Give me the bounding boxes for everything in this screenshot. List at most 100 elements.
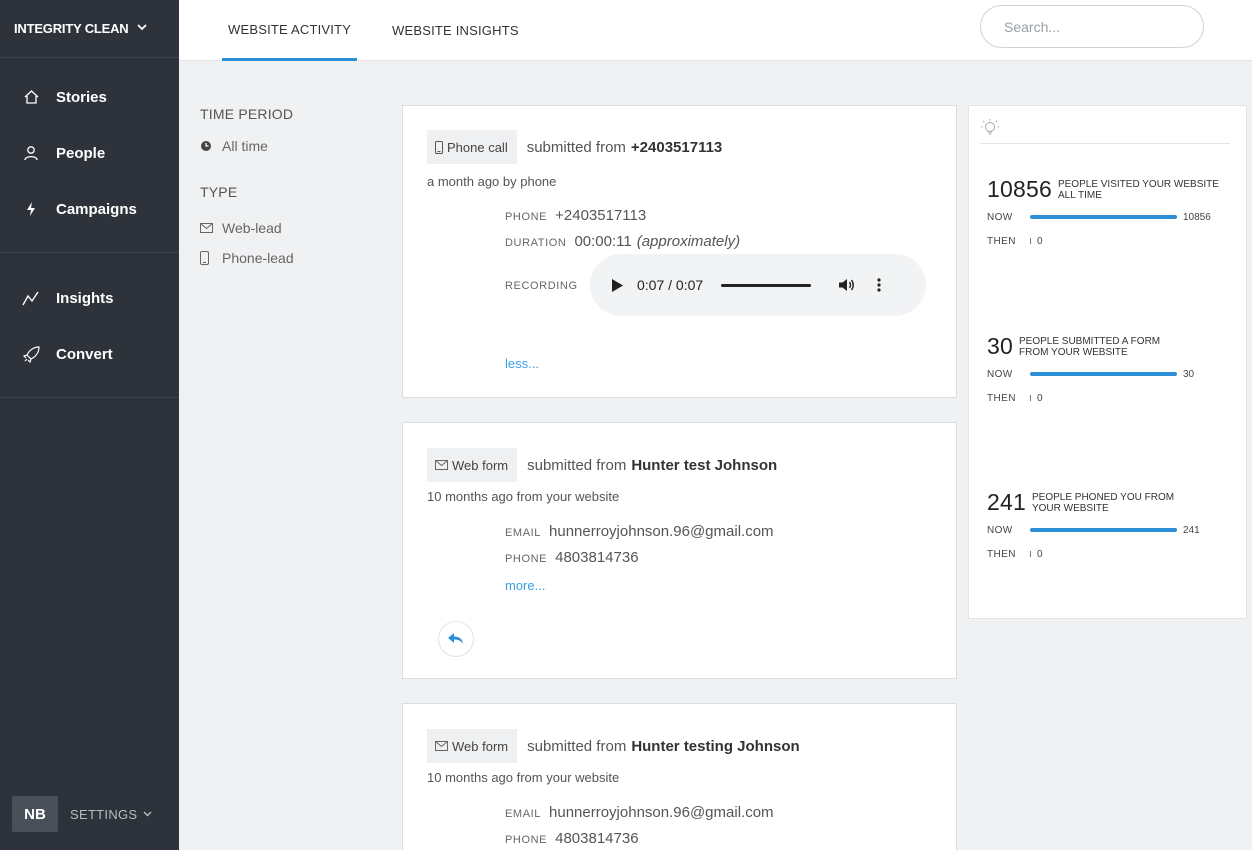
filter-label: Phone-lead <box>222 250 294 266</box>
field-note: (approximately) <box>636 233 741 250</box>
activity-type-badge: Web form <box>427 729 518 763</box>
trend-icon <box>20 290 42 306</box>
field-value: 4803814736 <box>555 549 639 566</box>
field-email: EMAIL hunnerroyjohnson.96@gmail.com <box>505 523 774 540</box>
row-label: NOW <box>987 524 1013 536</box>
row-label: NOW <box>987 211 1013 223</box>
nav-group-main: Stories People Campaigns <box>0 58 179 253</box>
row-value: 0 <box>1037 392 1043 404</box>
sidebar-item-campaigns[interactable]: Campaigns <box>0 181 179 237</box>
activity-card: Web form submitted from Hunter test John… <box>402 422 957 679</box>
row-value: 0 <box>1037 235 1043 247</box>
lightbulb-icon <box>980 118 1000 143</box>
row-value: 10856 <box>1183 211 1211 223</box>
row-label: THEN <box>987 235 1016 247</box>
activity-source[interactable]: Hunter test Johnson <box>631 457 777 474</box>
insights-panel: 10856 PEOPLE VISITED YOUR WEBSITE ALL TI… <box>968 105 1247 619</box>
nav-group-secondary: Insights Convert <box>0 253 179 398</box>
settings-menu[interactable]: NB SETTINGS <box>12 796 152 832</box>
submitted-text: submitted from <box>527 737 627 755</box>
stat-now-row: NOW 10856 <box>987 205 1237 229</box>
submitted-text: submitted from <box>527 456 627 474</box>
stat-then-row: THEN 0 <box>987 542 1237 566</box>
stat-description: PEOPLE SUBMITTED A FORM FROM YOUR WEBSIT… <box>1018 335 1161 358</box>
field-phone: PHONE 4803814736 <box>505 830 639 847</box>
submitted-text: submitted from <box>526 138 626 156</box>
field-label: RECORDING <box>505 280 578 292</box>
field-phone: PHONE 4803814736 <box>505 549 639 566</box>
audio-player: 0:07 / 0:07 <box>590 254 926 316</box>
activity-meta: 10 months ago from your website <box>427 489 620 504</box>
field-label: EMAIL <box>505 527 542 539</box>
sidebar-item-label: Insights <box>56 289 114 307</box>
reply-button[interactable] <box>438 621 474 657</box>
activity-meta: a month ago by phone <box>427 174 557 189</box>
avatar[interactable]: NB <box>12 796 58 832</box>
play-icon[interactable] <box>612 278 623 292</box>
tab-website-activity[interactable]: WEBSITE ACTIVITY <box>222 0 358 61</box>
stat-number: 241 <box>987 489 1026 515</box>
activity-type-badge: Phone call <box>427 130 517 164</box>
row-label: NOW <box>987 368 1013 380</box>
badge-label: Web form <box>452 738 509 754</box>
field-recording: RECORDING <box>505 280 586 292</box>
stat-now-row: NOW 241 <box>987 518 1237 542</box>
more-options-icon[interactable] <box>877 278 881 292</box>
activity-source[interactable]: +2403517113 <box>631 139 722 156</box>
sidebar-item-label: Convert <box>56 345 113 363</box>
field-label: PHONE <box>505 553 548 565</box>
filter-label: All time <box>222 138 268 154</box>
more-link[interactable]: more... <box>505 578 545 593</box>
less-link[interactable]: less... <box>505 356 539 371</box>
tab-website-insights[interactable]: WEBSITE INSIGHTS <box>392 0 519 61</box>
filter-panel: TIME PERIOD All time TYPE Web-lead Phone… <box>200 106 380 280</box>
stat-then-row: THEN 0 <box>987 386 1237 410</box>
activity-type-badge: Web form <box>427 448 518 482</box>
activity-header: Web form submitted from Hunter test John… <box>427 448 777 482</box>
field-label: EMAIL <box>505 808 542 820</box>
stat-then-row: THEN 0 <box>987 229 1237 253</box>
filter-all-time[interactable]: All time <box>200 138 380 154</box>
sidebar-item-label: People <box>56 144 106 162</box>
field-value: 4803814736 <box>555 830 639 847</box>
stat-visitors: 10856 PEOPLE VISITED YOUR WEBSITE ALL TI… <box>987 176 1237 253</box>
phone-icon <box>435 140 443 154</box>
time-period-heading: TIME PERIOD <box>200 106 294 122</box>
field-duration: DURATION 00:00:11 (approximately) <box>505 233 740 250</box>
activity-card: Phone call submitted from +2403517113 a … <box>402 105 957 398</box>
audio-progress-track[interactable] <box>721 283 812 287</box>
then-bar <box>1030 238 1031 244</box>
filter-web-lead[interactable]: Web-lead <box>200 220 380 236</box>
field-label: PHONE <box>505 211 548 223</box>
now-bar <box>1030 215 1177 219</box>
sidebar-item-label: Stories <box>56 88 107 106</box>
filter-phone-lead[interactable]: Phone-lead <box>200 250 380 266</box>
badge-label: Web form <box>452 457 509 473</box>
settings-label[interactable]: SETTINGS <box>70 807 137 822</box>
rocket-icon <box>20 345 42 363</box>
row-value: 241 <box>1183 524 1200 536</box>
field-value: hunnerroyjohnson.96@gmail.com <box>549 804 774 821</box>
activity-source[interactable]: Hunter testing Johnson <box>631 738 799 755</box>
field-phone: PHONE +2403517113 <box>505 207 646 224</box>
sidebar-item-stories[interactable]: Stories <box>0 69 179 125</box>
org-switcher[interactable]: INTEGRITY CLEAN <box>0 0 179 58</box>
now-bar <box>1030 528 1177 532</box>
stat-phone-calls: 241 PEOPLE PHONED YOU FROM YOUR WEBSITE … <box>987 489 1237 566</box>
stat-forms: 30 PEOPLE SUBMITTED A FORM FROM YOUR WEB… <box>987 333 1237 410</box>
field-email: EMAIL hunnerroyjohnson.96@gmail.com <box>505 804 774 821</box>
field-value: 00:00:11 <box>574 233 632 250</box>
volume-icon[interactable] <box>839 278 855 292</box>
envelope-icon <box>200 223 216 233</box>
person-icon <box>20 145 42 161</box>
sidebar-item-people[interactable]: People <box>0 125 179 181</box>
sidebar-item-insights[interactable]: Insights <box>0 270 179 326</box>
stat-description: PEOPLE VISITED YOUR WEBSITE ALL TIME <box>1057 178 1219 201</box>
stat-now-row: NOW 30 <box>987 362 1237 386</box>
clock-icon <box>200 140 216 152</box>
activity-card: Web form submitted from Hunter testing J… <box>402 703 957 850</box>
row-label: THEN <box>987 548 1016 560</box>
sidebar-item-label: Campaigns <box>56 200 137 218</box>
sidebar-item-convert[interactable]: Convert <box>0 326 179 382</box>
search-input[interactable] <box>980 5 1204 48</box>
